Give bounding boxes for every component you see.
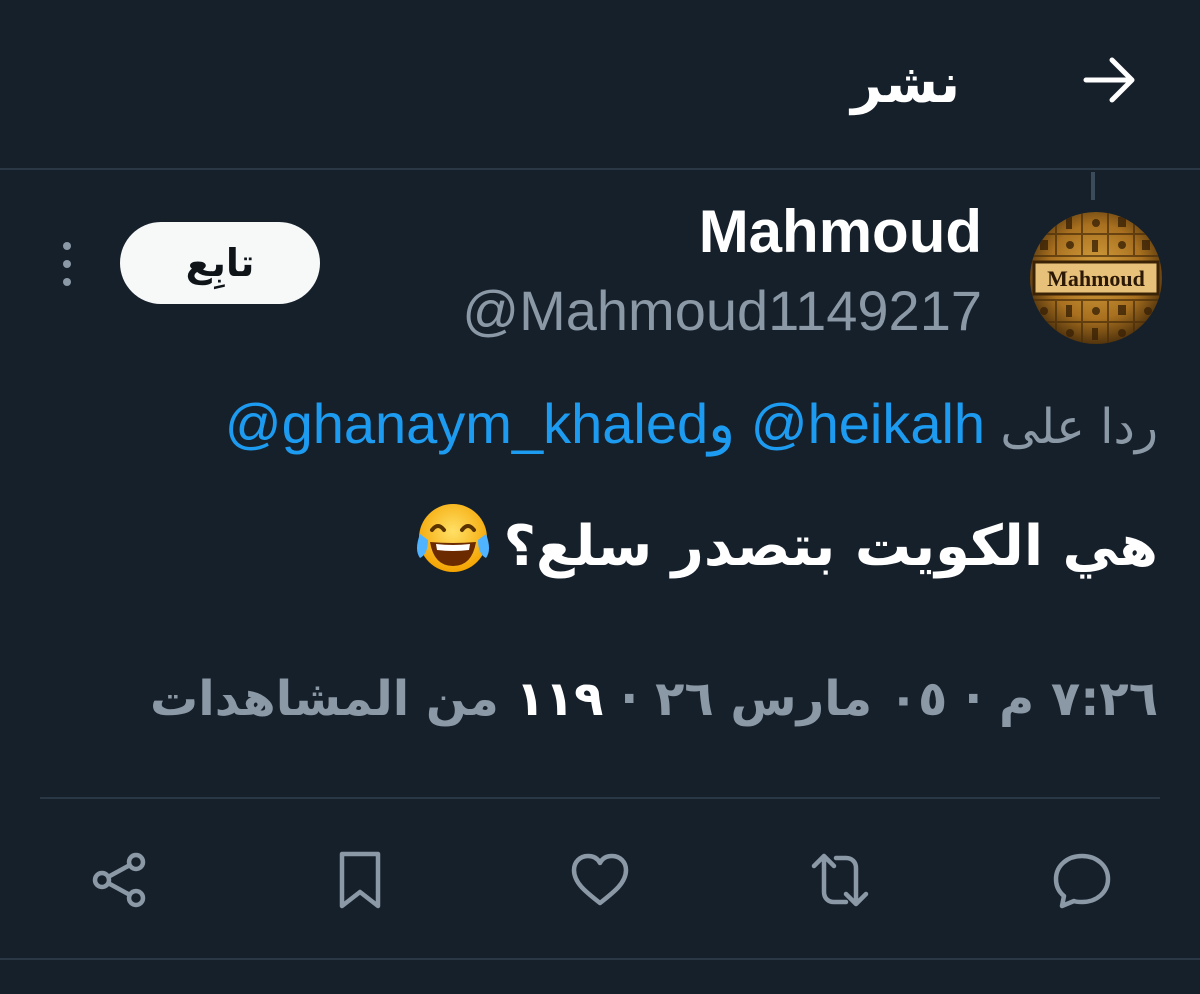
avatar[interactable]: Mahmoud — [1030, 212, 1162, 344]
share-button[interactable] — [80, 840, 160, 920]
header-divider — [0, 168, 1200, 170]
page-title: نشر — [851, 52, 960, 115]
heart-icon — [571, 853, 629, 906]
mention-link[interactable]: @ghanaym_khaled — [225, 392, 708, 455]
retweet-icon — [811, 853, 869, 907]
back-button[interactable] — [1070, 40, 1150, 120]
tweet-time[interactable]: ٧:٢٦ م — [999, 671, 1158, 727]
arrow-right-icon — [1083, 57, 1135, 103]
views-label: من المشاهدات — [150, 671, 499, 727]
follow-button[interactable]: تابِع — [120, 222, 320, 304]
share-icon — [92, 852, 146, 908]
tweet-meta: ٧:٢٦ م · ٠٥ مارس ٢٦ · ١١٩ من المشاهدات — [150, 664, 1158, 734]
reply-mentions: ⁦@heikalh⁩ و⁦@ghanaym_khaled⁩ — [224, 392, 986, 455]
mention-link[interactable]: @heikalh — [751, 392, 985, 455]
views-count: ١١٩ — [515, 671, 604, 727]
meta-separator: · — [964, 671, 983, 727]
tweet-text: هي الكويت بتصدر سلع؟ — [414, 500, 1159, 600]
display-name[interactable]: Mahmoud — [699, 196, 982, 268]
reply-prefix: ردا على — [1000, 399, 1158, 455]
tweet-date[interactable]: ٠٥ مارس ٢٦ · — [620, 671, 947, 727]
actions-divider — [40, 797, 1160, 799]
bookmark-icon — [339, 851, 381, 909]
more-dots-icon — [63, 242, 71, 250]
face-with-tears-of-joy-icon — [414, 500, 492, 600]
bookmark-button[interactable] — [320, 840, 400, 920]
speech-bubble-icon — [1053, 853, 1111, 909]
bottom-divider — [0, 958, 1200, 960]
reply-conjunction: و — [708, 392, 736, 455]
reply-button[interactable] — [1042, 840, 1122, 920]
like-button[interactable] — [560, 840, 640, 920]
tweet-body: هي الكويت بتصدر سلع؟ — [503, 514, 1159, 580]
thread-connector-line — [1091, 172, 1095, 200]
more-options-button[interactable] — [50, 236, 84, 292]
retweet-button[interactable] — [800, 840, 880, 920]
replying-to: ردا على ⁦@heikalh⁩ و⁦@ghanaym_khaled⁩ — [225, 392, 1158, 459]
svg-text:Mahmoud: Mahmoud — [1047, 266, 1145, 291]
user-handle[interactable]: @Mahmoud1149217 — [462, 278, 982, 344]
